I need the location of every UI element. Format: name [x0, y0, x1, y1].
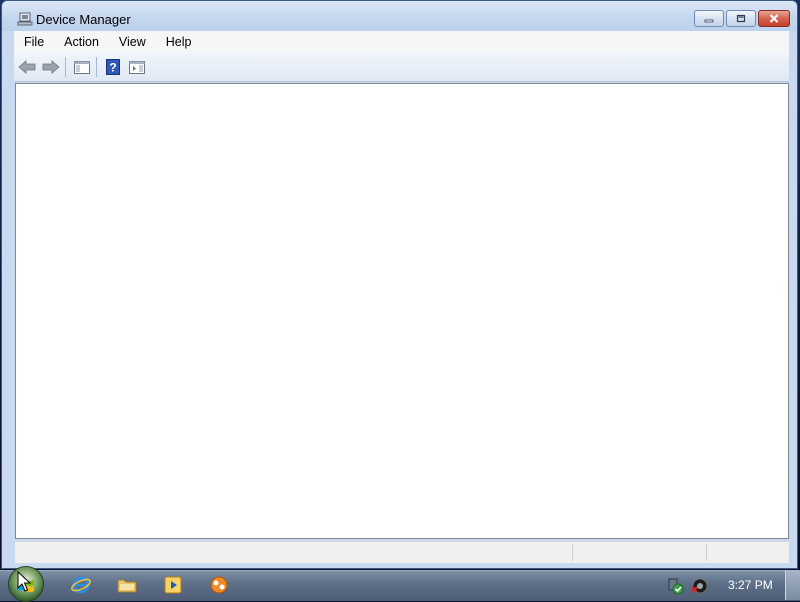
window-title: Device Manager	[36, 12, 131, 27]
back-arrow-icon	[18, 60, 36, 74]
folder-icon[interactable]	[116, 574, 138, 596]
action-pane-icon	[129, 60, 145, 74]
back-button[interactable]	[16, 56, 38, 78]
show-hide-action-pane-button[interactable]	[126, 56, 148, 78]
svg-text:?: ?	[109, 61, 116, 75]
minimize-icon	[704, 19, 714, 22]
status-bar	[15, 541, 789, 563]
help-icon: ?	[106, 59, 120, 75]
internet-explorer-icon[interactable]	[70, 574, 92, 596]
network-disconnected-icon[interactable]	[690, 577, 708, 595]
menu-bar: File Action View Help	[14, 31, 789, 53]
menu-file[interactable]: File	[14, 31, 54, 53]
device-manager-icon	[17, 12, 33, 26]
close-icon	[769, 14, 779, 23]
device-manager-window: Device Manager File Action View Help ?	[1, 0, 798, 569]
help-button[interactable]: ?	[102, 56, 124, 78]
status-bar-pane	[572, 544, 573, 561]
console-tree-icon	[74, 60, 90, 74]
status-bar-pane	[706, 544, 707, 561]
minimize-button[interactable]	[694, 10, 724, 27]
toolbar: ?	[14, 53, 789, 82]
title-bar[interactable]: Device Manager	[2, 1, 797, 31]
device-tree-pane[interactable]	[15, 83, 789, 539]
action-center-icon[interactable]	[666, 577, 684, 595]
restore-button[interactable]	[726, 10, 756, 27]
toolbar-separator	[65, 57, 66, 77]
media-player-icon[interactable]	[162, 574, 184, 596]
menu-action[interactable]: Action	[54, 31, 109, 53]
show-desktop-button[interactable]	[785, 570, 800, 600]
taskbar-clock[interactable]: 3:27 PM	[728, 578, 773, 592]
close-button[interactable]	[758, 10, 790, 27]
restore-icon	[736, 14, 746, 23]
menu-help[interactable]: Help	[156, 31, 202, 53]
show-hide-console-tree-button[interactable]	[71, 56, 93, 78]
forward-button[interactable]	[40, 56, 62, 78]
menu-view[interactable]: View	[109, 31, 156, 53]
app-icon[interactable]	[208, 574, 230, 596]
forward-arrow-icon	[42, 60, 60, 74]
toolbar-separator	[96, 57, 97, 77]
mouse-cursor-icon	[17, 571, 31, 592]
